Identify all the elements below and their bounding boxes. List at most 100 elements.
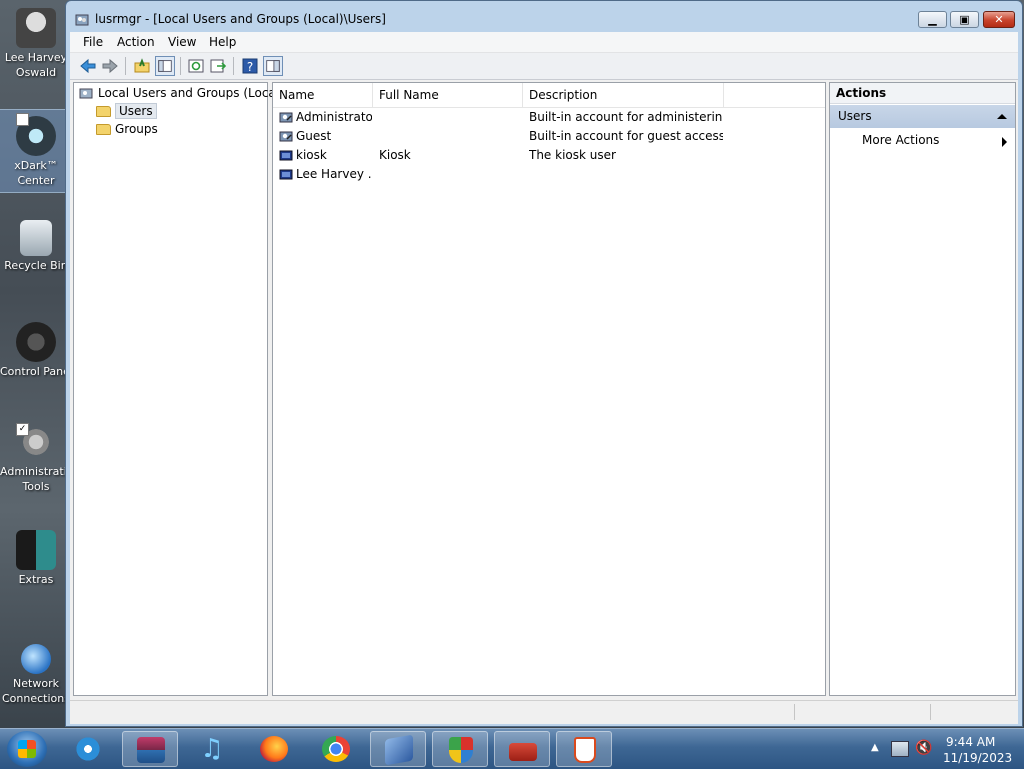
users-management-icon bbox=[75, 14, 89, 26]
desktop-icon-label: Extras bbox=[18, 573, 54, 586]
network-status-icon[interactable] bbox=[891, 741, 909, 757]
minimize-button[interactable]: ▁ bbox=[918, 11, 947, 28]
user-account-icon bbox=[279, 150, 293, 161]
control-panel-icon bbox=[16, 322, 56, 362]
cell-description: Built-in account for guest access t... bbox=[529, 129, 723, 143]
shield-icon bbox=[449, 737, 473, 763]
export-list-icon[interactable] bbox=[208, 56, 228, 76]
show-action-pane-icon[interactable] bbox=[263, 56, 283, 76]
taskbar-firefox[interactable] bbox=[246, 731, 302, 767]
title-bar[interactable]: lusrmgr - [Local Users and Groups (Local… bbox=[66, 1, 1022, 34]
toolbox-icon bbox=[509, 743, 537, 761]
desktop-icon-network-connections[interactable]: Network Connections bbox=[0, 634, 72, 706]
checkbox-icon[interactable]: ✓ bbox=[16, 423, 29, 436]
taskbar-winrar[interactable] bbox=[122, 731, 178, 767]
taskbar-chrome[interactable] bbox=[308, 731, 364, 767]
help-icon[interactable]: ? bbox=[240, 56, 260, 76]
tree-item-root[interactable]: Local Users and Groups (Local) bbox=[79, 86, 284, 101]
maximize-button[interactable]: ▣ bbox=[950, 11, 979, 28]
column-header-full-name[interactable]: Full Name bbox=[373, 83, 523, 107]
status-bar bbox=[70, 700, 1018, 723]
menu-file[interactable]: File bbox=[81, 34, 105, 50]
minimize-icon: ▁ bbox=[928, 13, 937, 26]
taskbar-app-window[interactable] bbox=[370, 731, 426, 767]
firefox-icon bbox=[260, 736, 288, 762]
java-cup-icon bbox=[574, 737, 596, 763]
taskbar-itunes[interactable]: ♫ bbox=[184, 731, 240, 767]
desktop-icon-lee-harvey-oswald[interactable]: Lee Harvey Oswald bbox=[0, 8, 72, 80]
desktop-icon-label: Oswald bbox=[15, 66, 57, 79]
table-row[interactable]: Guest Built-in account for guest access … bbox=[273, 127, 825, 146]
result-list-pane: Name Full Name Description Administrator… bbox=[272, 82, 826, 696]
column-header-description[interactable]: Description bbox=[523, 83, 724, 107]
folder-icon bbox=[96, 106, 111, 117]
console-tree-pane: Local Users and Groups (Local) Users Gro… bbox=[73, 82, 284, 696]
lusrmgr-window: lusrmgr - [Local Users and Groups (Local… bbox=[65, 0, 1023, 727]
music-note-icon: ♫ bbox=[200, 734, 224, 764]
volume-muted-icon[interactable]: 🔇 bbox=[915, 740, 932, 756]
close-button[interactable]: ✕ bbox=[983, 11, 1015, 28]
menu-view[interactable]: View bbox=[166, 34, 198, 50]
desktop-icon-extras[interactable]: Extras bbox=[0, 530, 72, 587]
submenu-arrow-icon[interactable] bbox=[1002, 137, 1007, 147]
taskbar-security-center[interactable] bbox=[432, 731, 488, 767]
tree-item-label: Users bbox=[115, 103, 157, 119]
show-console-tree-icon[interactable] bbox=[155, 56, 175, 76]
computer-users-icon bbox=[79, 88, 93, 98]
status-separator bbox=[794, 704, 795, 720]
desktop-icon-administrative-tools[interactable]: ✓ Administrative Tools bbox=[0, 420, 72, 494]
menu-action[interactable]: Action bbox=[115, 34, 157, 50]
table-row[interactable]: kiosk Kiosk The kiosk user bbox=[273, 146, 825, 165]
window-title: lusrmgr - [Local Users and Groups (Local… bbox=[95, 12, 386, 26]
status-separator bbox=[930, 704, 931, 720]
restore-icon: ▣ bbox=[959, 13, 970, 26]
desktop-icon-control-panel[interactable]: Control Panel bbox=[0, 322, 72, 379]
network-globe-icon bbox=[21, 644, 51, 674]
clock-time[interactable]: 9:44 AM bbox=[946, 735, 995, 749]
close-icon: ✕ bbox=[994, 13, 1004, 26]
user-account-disabled-icon bbox=[279, 131, 293, 142]
tree-item-label: Local Users and Groups (Local) bbox=[98, 86, 284, 100]
clock-date[interactable]: 11/19/2023 bbox=[943, 751, 1012, 765]
table-row[interactable]: Administrator Built-in account for admin… bbox=[273, 108, 825, 127]
tree-item-groups[interactable]: Groups bbox=[96, 122, 158, 136]
tree-item-users[interactable]: Users bbox=[96, 103, 157, 119]
tree-item-label: Groups bbox=[115, 122, 158, 136]
show-hidden-icons-arrow-icon[interactable]: ▲ bbox=[871, 742, 879, 753]
desktop-icon-xdark-center[interactable]: xDark™ Center bbox=[0, 109, 73, 193]
desktop-icon-label: Lee Harvey bbox=[4, 51, 68, 64]
actions-pane: Actions Users More Actions bbox=[829, 82, 1016, 696]
cell-name: Administrator bbox=[296, 110, 372, 124]
taskbar: ♫ ▲ 🔇 9:44 AM 11/19/2023 bbox=[0, 728, 1024, 769]
up-folder-icon[interactable] bbox=[132, 56, 152, 76]
taskbar-lusrmgr[interactable] bbox=[494, 731, 550, 767]
table-row[interactable]: Lee Harvey ... bbox=[273, 165, 825, 184]
desktop-icon-recycle-bin[interactable]: Recycle Bin bbox=[0, 220, 72, 273]
chrome-icon bbox=[322, 736, 350, 762]
back-arrow-icon[interactable] bbox=[78, 56, 98, 76]
toolbar: ? bbox=[70, 53, 1018, 80]
actions-section-label: Users bbox=[838, 109, 872, 123]
toolbar-separator bbox=[180, 57, 181, 75]
checkbox-icon[interactable] bbox=[16, 113, 29, 126]
forward-arrow-icon[interactable] bbox=[100, 56, 120, 76]
more-actions-item[interactable]: More Actions bbox=[862, 133, 939, 147]
internet-explorer-icon bbox=[74, 736, 102, 762]
window-client: File Action View Help ? Local Users and … bbox=[70, 32, 1018, 724]
winrar-archive-icon bbox=[137, 737, 165, 763]
desktop-icon-label: xDark™ bbox=[14, 159, 58, 172]
desktop-icon-label: Tools bbox=[22, 480, 50, 493]
actions-section-users[interactable]: Users bbox=[830, 105, 1015, 128]
user-account-icon bbox=[279, 169, 293, 180]
refresh-icon[interactable] bbox=[186, 56, 206, 76]
collapse-arrow-icon[interactable] bbox=[997, 114, 1007, 119]
column-header-name[interactable]: Name bbox=[273, 83, 373, 107]
taskbar-internet-explorer[interactable] bbox=[60, 731, 116, 767]
start-button[interactable] bbox=[7, 731, 47, 767]
actions-header: Actions bbox=[830, 83, 1015, 104]
desktop-icon-label: Connections bbox=[2, 692, 70, 705]
list-column-headers: Name Full Name Description bbox=[273, 83, 825, 108]
menu-help[interactable]: Help bbox=[207, 34, 238, 50]
taskbar-java[interactable] bbox=[556, 731, 612, 767]
desktop-icon-label: Administrative bbox=[0, 465, 72, 478]
